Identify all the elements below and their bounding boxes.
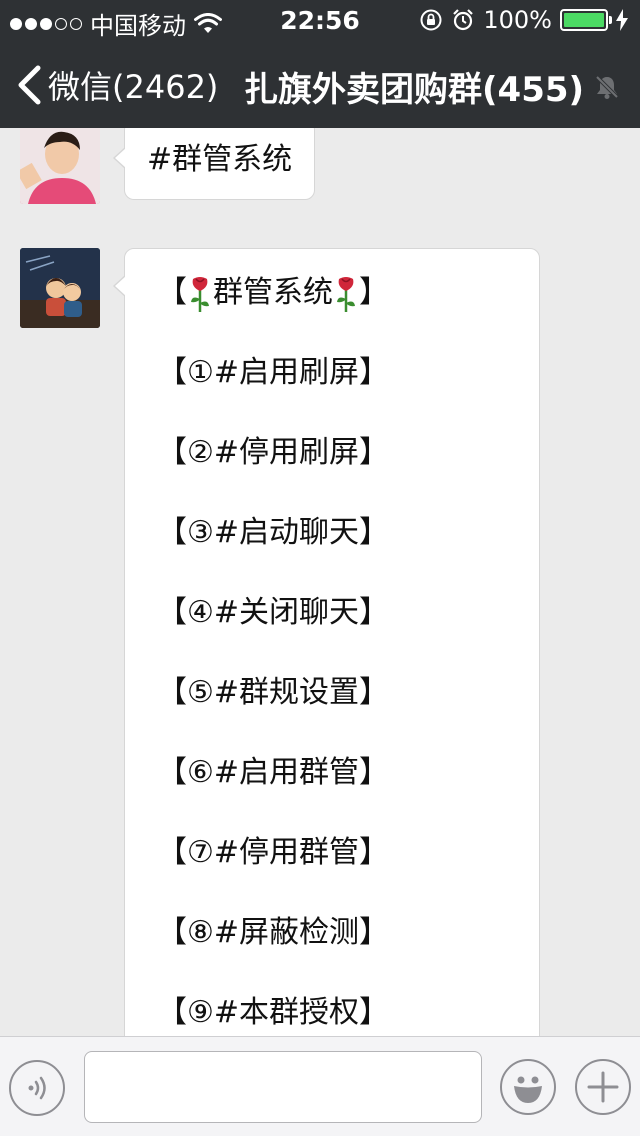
status-bar: 中国移动 22:56 100% bbox=[0, 0, 640, 40]
menu-item: 【③#启动聊天】 bbox=[157, 515, 390, 550]
menu-item: 【①#启用刷屏】 bbox=[157, 355, 390, 390]
message-input[interactable] bbox=[84, 1051, 482, 1123]
back-label: 微信(2462) bbox=[48, 68, 219, 106]
avatar-photo bbox=[20, 128, 100, 204]
rotation-lock-icon bbox=[420, 9, 442, 31]
plus-icon bbox=[587, 1071, 619, 1103]
battery-icon bbox=[560, 9, 612, 31]
avatar[interactable] bbox=[20, 128, 100, 204]
charging-bolt-icon bbox=[616, 9, 628, 31]
more-button[interactable] bbox=[575, 1059, 631, 1115]
voice-icon bbox=[28, 1076, 46, 1100]
bracket-left: 【 bbox=[157, 275, 187, 310]
rose-emoji-icon bbox=[337, 276, 355, 312]
smiley-icon bbox=[514, 1076, 542, 1103]
nav-bar: 微信(2462) 扎旗外卖团购群(455) bbox=[0, 40, 640, 128]
status-right: 100% bbox=[419, 6, 628, 34]
battery-percent: 100% bbox=[483, 6, 552, 34]
menu-item: 【⑧#屏蔽检测】 bbox=[157, 915, 390, 950]
input-bar bbox=[0, 1036, 640, 1136]
rose-emoji-icon bbox=[191, 276, 209, 312]
avatar-photo bbox=[20, 248, 100, 328]
voice-button[interactable] bbox=[9, 1060, 65, 1116]
avatar[interactable] bbox=[20, 248, 100, 328]
menu-item: 【⑦#停用群管】 bbox=[157, 835, 390, 870]
menu-title: 【 群管系统 】 bbox=[157, 271, 509, 351]
bracket-right: 】 bbox=[359, 275, 389, 310]
chat-title: 扎旗外卖团购群(455) bbox=[244, 70, 585, 110]
alarm-icon bbox=[453, 9, 474, 31]
menu-item: 【②#停用刷屏】 bbox=[157, 435, 390, 470]
bell-slash-icon bbox=[595, 75, 619, 99]
menu-item: 【⑥#启用群管】 bbox=[157, 755, 390, 790]
menu-item: 【⑨#本群授权】 bbox=[157, 995, 390, 1030]
header: 中国移动 22:56 100% 微信(2462) 扎旗外卖团购群(455) bbox=[0, 0, 640, 128]
emoji-button[interactable] bbox=[500, 1059, 556, 1115]
message-bubble[interactable]: #群管系统 bbox=[112, 128, 316, 200]
chevron-left-icon bbox=[18, 65, 41, 105]
chat-area[interactable]: #群管系统 【 群管系统 】 【①#启用刷屏】 【②#停用刷屏】 【③#启动聊天… bbox=[0, 128, 640, 1036]
menu-item: 【④#关闭聊天】 bbox=[157, 595, 390, 630]
back-button[interactable]: 微信(2462) bbox=[16, 62, 218, 108]
message-bubble[interactable]: 【 群管系统 】 【①#启用刷屏】 【②#停用刷屏】 【③#启动聊天】 【④#关… bbox=[113, 248, 540, 1036]
menu-item: 【⑤#群规设置】 bbox=[157, 675, 390, 710]
menu-title-text: 群管系统 bbox=[213, 275, 333, 310]
battery-level bbox=[564, 13, 604, 27]
